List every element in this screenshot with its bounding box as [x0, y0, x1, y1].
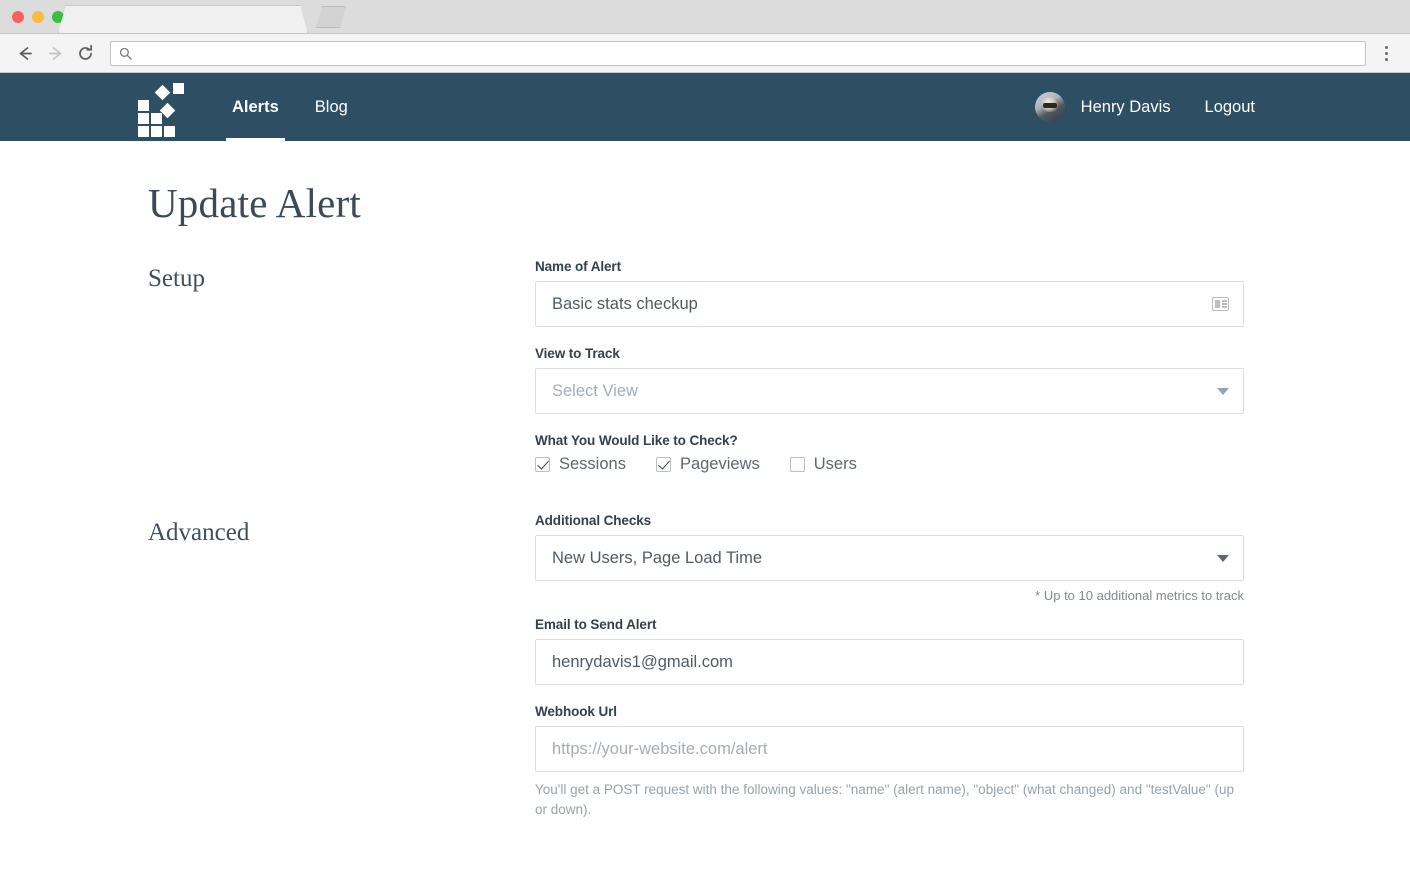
checkbox-sessions-label: Sessions — [559, 455, 626, 474]
close-window-button[interactable] — [12, 11, 24, 23]
name-of-alert-value: Basic stats checkup — [552, 295, 1212, 314]
user-name-label: Henry Davis — [1081, 98, 1187, 117]
field-view-to-track: View to Track Select View — [535, 346, 1244, 414]
form-section-setup: Setup Name of Alert Basic stats checkup … — [148, 259, 1255, 500]
name-of-alert-input[interactable]: Basic stats checkup — [535, 281, 1244, 327]
additional-checks-value: New Users, Page Load Time — [552, 549, 1217, 568]
chevron-down-icon — [1217, 555, 1229, 562]
new-tab-button[interactable] — [316, 6, 346, 28]
address-bar[interactable] — [110, 41, 1366, 66]
kebab-dot — [1385, 52, 1388, 55]
field-label-what-to-check: What You Would Like to Check? — [535, 433, 1244, 448]
browser-titlebar — [0, 0, 1410, 34]
page-title: Update Alert — [148, 141, 1255, 227]
kebab-dot — [1385, 58, 1388, 61]
browser-toolbar — [0, 34, 1410, 73]
field-label-name-of-alert: Name of Alert — [535, 259, 1244, 274]
section-fields-advanced: Additional Checks New Users, Page Load T… — [535, 513, 1244, 840]
checkbox-users-label: Users — [814, 455, 857, 474]
nav-user-area: Henry Davis Logout — [1035, 92, 1255, 122]
arrow-left-icon — [16, 44, 35, 63]
section-fields-setup: Name of Alert Basic stats checkup View t… — [535, 259, 1244, 500]
view-to-track-select[interactable]: Select View — [535, 368, 1244, 414]
field-name-of-alert: Name of Alert Basic stats checkup — [535, 259, 1244, 327]
nav-item-alerts[interactable]: Alerts — [214, 73, 297, 141]
browser-tabstrip — [58, 0, 1410, 33]
email-to-send-alert-value: henrydavis1@gmail.com — [552, 653, 1229, 672]
additional-checks-hint: * Up to 10 additional metrics to track — [535, 588, 1244, 603]
webhook-url-placeholder: https://your-website.com/alert — [552, 740, 1229, 759]
nav-item-blog[interactable]: Blog — [297, 73, 366, 141]
site-navbar: Alerts Blog Henry Davis Logout — [0, 73, 1410, 141]
logout-link[interactable]: Logout — [1187, 98, 1255, 117]
back-button[interactable] — [10, 38, 40, 68]
alert-form: Setup Name of Alert Basic stats checkup … — [148, 259, 1255, 840]
webhook-url-input[interactable]: https://your-website.com/alert — [535, 726, 1244, 772]
additional-checks-select[interactable]: New Users, Page Load Time — [535, 535, 1244, 581]
window-traffic-lights — [12, 11, 64, 23]
checkbox-sessions[interactable] — [535, 457, 550, 472]
field-label-webhook-url: Webhook Url — [535, 704, 1244, 719]
check-option-pageviews[interactable]: Pageviews — [656, 455, 760, 474]
checkbox-users[interactable] — [790, 457, 805, 472]
field-label-email-to-send-alert: Email to Send Alert — [535, 617, 1244, 632]
autofill-card-icon[interactable] — [1212, 297, 1229, 311]
check-options-group: Sessions Pageviews Users — [535, 455, 1244, 474]
search-icon — [119, 47, 132, 60]
email-to-send-alert-input[interactable]: henrydavis1@gmail.com — [535, 639, 1244, 685]
reload-button[interactable] — [70, 38, 100, 68]
browser-menu-button[interactable] — [1372, 38, 1400, 68]
nav-item-blog-label: Blog — [315, 98, 348, 117]
check-option-sessions[interactable]: Sessions — [535, 455, 626, 474]
field-webhook-url: Webhook Url https://your-website.com/ale… — [535, 704, 1244, 821]
browser-window: Alerts Blog Henry Davis Logout Update Al… — [0, 0, 1410, 876]
page-content: Update Alert Setup Name of Alert Basic s… — [0, 141, 1410, 840]
checkbox-pageviews-label: Pageviews — [680, 455, 760, 474]
form-section-advanced: Advanced Additional Checks New Users, Pa… — [148, 513, 1255, 840]
field-email-to-send-alert: Email to Send Alert henrydavis1@gmail.co… — [535, 617, 1244, 685]
chevron-down-icon — [1217, 388, 1229, 395]
browser-tab[interactable] — [58, 5, 308, 33]
forward-button[interactable] — [40, 38, 70, 68]
arrow-right-icon — [46, 44, 65, 63]
check-option-users[interactable]: Users — [790, 455, 857, 474]
field-label-view-to-track: View to Track — [535, 346, 1244, 361]
field-label-additional-checks: Additional Checks — [535, 513, 1244, 528]
checkbox-pageviews[interactable] — [656, 457, 671, 472]
page-viewport: Alerts Blog Henry Davis Logout Update Al… — [0, 73, 1410, 876]
brand-logo-icon[interactable] — [138, 84, 184, 130]
primary-nav: Alerts Blog — [214, 73, 366, 141]
section-label-setup: Setup — [148, 259, 535, 293]
view-to-track-value: Select View — [552, 382, 1217, 401]
minimize-window-button[interactable] — [32, 11, 44, 23]
section-label-advanced: Advanced — [148, 513, 535, 547]
webhook-url-hint: You'll get a POST request with the follo… — [535, 780, 1244, 821]
field-what-to-check: What You Would Like to Check? Sessions P… — [535, 433, 1244, 474]
reload-icon — [76, 44, 95, 63]
kebab-dot — [1385, 46, 1388, 49]
field-additional-checks: Additional Checks New Users, Page Load T… — [535, 513, 1244, 603]
user-avatar[interactable] — [1035, 92, 1065, 122]
nav-item-alerts-label: Alerts — [232, 98, 279, 117]
